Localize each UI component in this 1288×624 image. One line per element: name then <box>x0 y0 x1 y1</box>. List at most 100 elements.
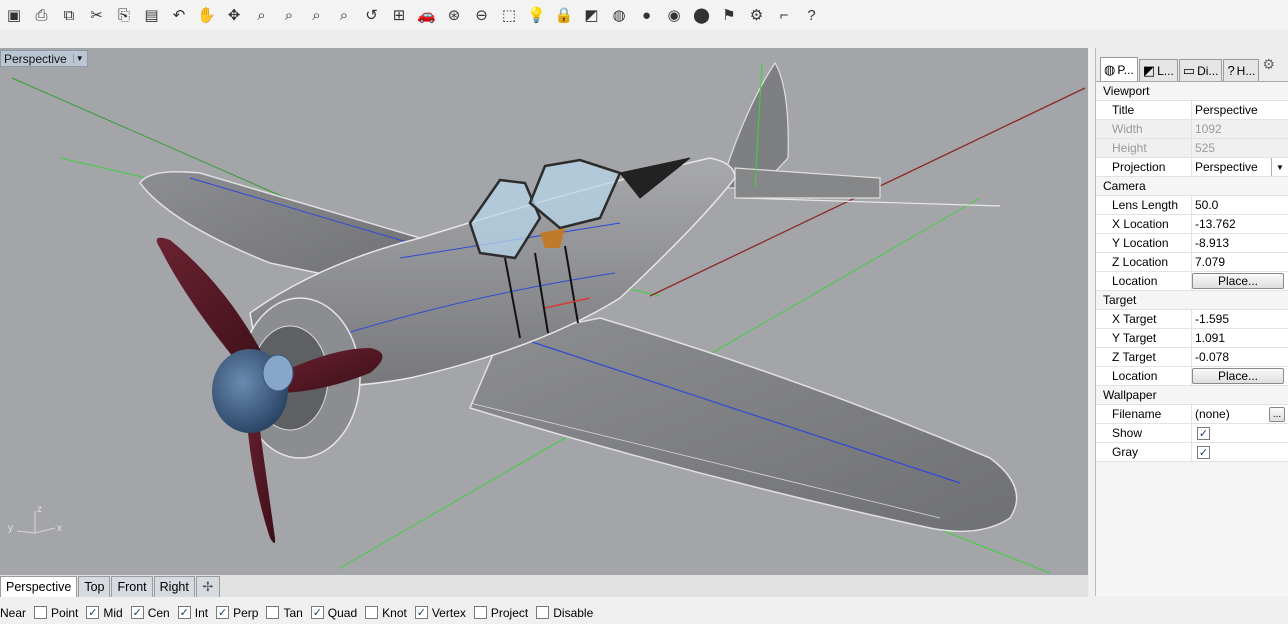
osnap-perp-checkbox[interactable]: ✓ <box>216 606 230 619</box>
layers-icon: ◩ <box>1142 62 1156 78</box>
lights-icon[interactable]: 💡 <box>525 3 549 27</box>
undo-view-icon[interactable]: ↺ <box>360 3 384 27</box>
osnap-perp: ✓ Perp <box>216 606 262 620</box>
x-location-field[interactable]: -13.762 <box>1192 215 1288 233</box>
osnap-cen-checkbox[interactable]: ✓ <box>130 606 144 619</box>
lens-length-field[interactable]: 50.0 <box>1192 196 1288 214</box>
filename-label: Filename <box>1096 405 1192 423</box>
osnap-knot-checkbox[interactable] <box>365 606 379 619</box>
viewport-title-label: Perspective <box>4 51 67 66</box>
row-x-target: X Target -1.595 <box>1096 310 1288 329</box>
properties-flag-icon[interactable]: ⚑ <box>717 3 741 27</box>
axis-label-x: x <box>57 523 62 534</box>
target-location-label: Location <box>1096 367 1192 385</box>
z-target-field[interactable]: -0.078 <box>1192 348 1288 366</box>
osnap-mid-checkbox[interactable]: ✓ <box>86 606 100 619</box>
y-target-label: Y Target <box>1096 329 1192 347</box>
print-icon[interactable]: ⎙ <box>30 3 54 27</box>
lock-icon[interactable]: 🔒 <box>552 3 576 27</box>
osnap-quad-checkbox[interactable]: ✓ <box>310 606 324 619</box>
options-icon[interactable]: ⚙ <box>745 3 769 27</box>
add-viewport-tab-button[interactable]: ✢ <box>195 576 220 597</box>
copy-icon[interactable]: ⎘ <box>112 3 136 27</box>
airplane-model-render[interactable] <box>0 48 1088 575</box>
osnap-disable-checkbox[interactable] <box>536 606 550 619</box>
named-cplanes-icon[interactable]: ⊛ <box>442 3 466 27</box>
named-views-icon[interactable]: 🚗 <box>415 3 439 27</box>
copy-to-layer-icon[interactable]: ⧉ <box>57 3 81 27</box>
viewport-title[interactable]: Perspective ▼ <box>0 50 88 67</box>
filename-field[interactable]: (none) <box>1192 405 1266 423</box>
x-target-field[interactable]: -1.595 <box>1192 310 1288 328</box>
layers-icon[interactable]: ◩ <box>580 3 604 27</box>
gray-checkbox[interactable]: ✓ <box>1197 445 1210 459</box>
zoom-extents-icon[interactable]: ⌕ <box>305 3 329 27</box>
render-icon[interactable]: ⬤ <box>690 3 714 27</box>
projection-label: Projection <box>1096 158 1192 176</box>
target-place-button[interactable]: Place... <box>1192 368 1284 384</box>
tab-help[interactable]: ? H... <box>1223 59 1260 81</box>
pan-icon[interactable]: ✋ <box>195 3 219 27</box>
osnap-vertex-checkbox[interactable]: ✓ <box>414 606 428 619</box>
row-x-location: X Location -13.762 <box>1096 215 1288 234</box>
cut-icon[interactable]: ✂ <box>85 3 109 27</box>
tab-perspective[interactable]: Perspective <box>0 576 78 597</box>
rotate-view-icon[interactable]: ✥ <box>222 3 246 27</box>
section-target: Target <box>1096 291 1288 310</box>
world-axes-icon: x y z <box>8 504 62 534</box>
shaded-icon[interactable]: ● <box>635 3 659 27</box>
y-target-field[interactable]: 1.091 <box>1192 329 1288 347</box>
tab-layers[interactable]: ◩ L... <box>1138 59 1178 81</box>
show-label: Show <box>1096 424 1192 442</box>
osnap-int-checkbox[interactable]: ✓ <box>177 606 191 619</box>
zoom-icon[interactable]: ⌕ <box>250 3 274 27</box>
z-target-label: Z Target <box>1096 348 1192 366</box>
four-viewports-icon[interactable]: ⊞ <box>387 3 411 27</box>
osnap-tan-checkbox[interactable] <box>266 606 280 619</box>
plus-icon: ✢ <box>202 579 214 594</box>
osnap-label: Point <box>51 605 79 620</box>
chevron-down-icon[interactable]: ▼ <box>72 54 84 63</box>
rendered-icon[interactable]: ◉ <box>662 3 686 27</box>
show-checkbox[interactable]: ✓ <box>1197 426 1210 440</box>
row-gray: Gray ✓ <box>1096 443 1288 462</box>
snap-toggle-icon[interactable]: ⌐ <box>772 3 796 27</box>
select-icon[interactable]: ⬚ <box>497 3 521 27</box>
tab-label: Di... <box>1197 63 1219 78</box>
gear-icon[interactable]: ⚙ <box>1262 56 1275 73</box>
zoom-window-icon[interactable]: ⌕ <box>277 3 301 27</box>
chevron-down-icon[interactable]: ▼ <box>1271 158 1288 176</box>
cplane-icon[interactable]: ⊖ <box>470 3 494 27</box>
tab-properties[interactable]: ◍ P... <box>1100 57 1138 81</box>
help-icon[interactable]: ? <box>800 3 824 27</box>
main-toolbar: ▣ ⎙ ⧉ ✂ ⎘ ▤ ↶ ✋ ✥ ⌕ ⌕ ⌕ ⌕ ↺ ⊞ 🚗 ⊛ ⊖ ⬚ 💡 🔒 ◩ ◍ ● ◉ ⬤ ⚑ ⚙ ⌐? <box>0 0 1288 30</box>
browse-button[interactable]: ... <box>1269 407 1285 422</box>
title-field[interactable]: Perspective <box>1192 101 1288 119</box>
color-wheel-icon[interactable]: ◍ <box>607 3 631 27</box>
gray-label: Gray <box>1096 443 1192 461</box>
tab-right[interactable]: Right <box>153 576 195 597</box>
save-icon[interactable]: ▣ <box>2 3 26 27</box>
osnap-near: Near <box>0 606 30 620</box>
projection-select[interactable]: Perspective <box>1192 158 1271 176</box>
zoom-selected-icon[interactable]: ⌕ <box>332 3 356 27</box>
osnap-mid: ✓ Mid <box>86 606 126 620</box>
y-location-field[interactable]: -8.913 <box>1192 234 1288 252</box>
osnap-point-checkbox[interactable] <box>34 606 48 619</box>
osnap-disable: Disable <box>536 606 597 620</box>
row-y-target: Y Target 1.091 <box>1096 329 1288 348</box>
undo-icon[interactable]: ↶ <box>167 3 191 27</box>
perspective-viewport[interactable]: Perspective ▼ x y z <box>0 48 1088 575</box>
osnap-label: Project <box>490 605 529 620</box>
tab-top[interactable]: Top <box>78 576 111 597</box>
tab-display[interactable]: ▭ Di... <box>1178 59 1223 81</box>
camera-place-button[interactable]: Place... <box>1192 273 1284 289</box>
tab-front[interactable]: Front <box>111 576 153 597</box>
z-location-field[interactable]: 7.079 <box>1192 253 1288 271</box>
paste-icon[interactable]: ▤ <box>140 3 164 27</box>
osnap-int: ✓ Int <box>177 606 212 620</box>
row-z-location: Z Location 7.079 <box>1096 253 1288 272</box>
row-y-location: Y Location -8.913 <box>1096 234 1288 253</box>
osnap-project-checkbox[interactable] <box>473 606 487 619</box>
z-location-label: Z Location <box>1096 253 1192 271</box>
